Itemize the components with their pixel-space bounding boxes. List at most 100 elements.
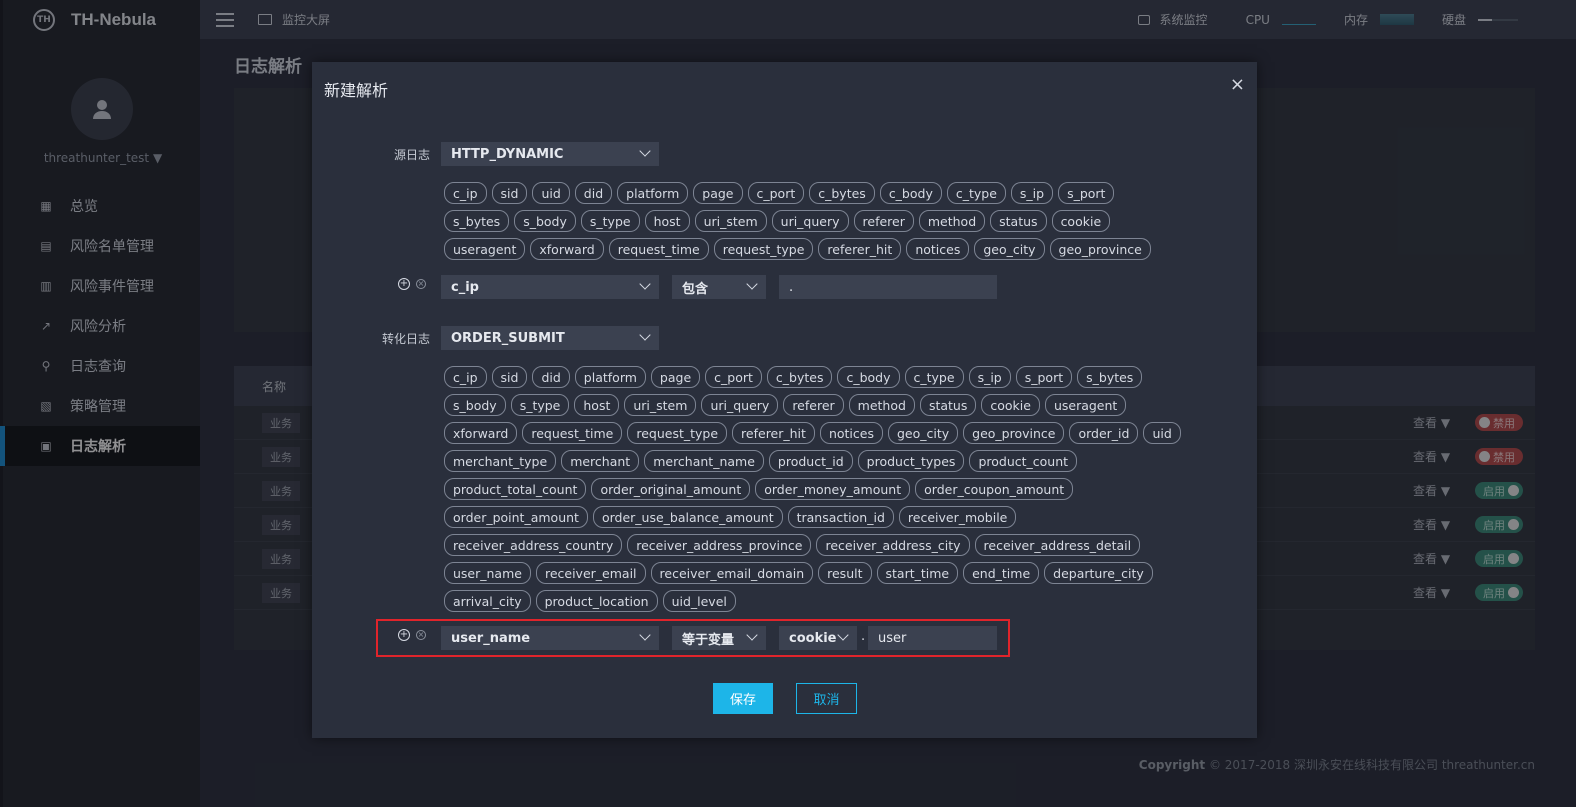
cancel-button[interactable]: 取消: [796, 683, 857, 714]
field-chip[interactable]: request_type: [627, 422, 728, 444]
field-chip[interactable]: host: [644, 210, 690, 232]
field-chip[interactable]: request_type: [713, 238, 814, 260]
field-chip[interactable]: s_port: [1058, 182, 1115, 204]
field-chip[interactable]: product_count: [969, 450, 1078, 472]
field-chip[interactable]: arrival_city: [444, 590, 531, 612]
field-chip[interactable]: receiver_address_detail: [974, 534, 1141, 556]
save-button[interactable]: 保存: [713, 683, 773, 714]
field-chip[interactable]: xforward: [444, 422, 518, 444]
field-chip[interactable]: referer_hit: [732, 422, 815, 444]
field-chip[interactable]: did: [532, 366, 570, 388]
cond2-var-select[interactable]: cookie: [779, 626, 857, 650]
field-chip[interactable]: merchant_type: [444, 450, 557, 472]
field-chip[interactable]: platform: [574, 366, 646, 388]
field-chip[interactable]: host: [574, 394, 620, 416]
field-chip[interactable]: c_bytes: [809, 182, 875, 204]
field-chip[interactable]: uri_query: [701, 394, 779, 416]
field-chip[interactable]: c_port: [747, 182, 805, 204]
field-chip[interactable]: c_ip: [444, 182, 487, 204]
add-condition-icon[interactable]: +: [398, 278, 410, 290]
field-chip[interactable]: useragent: [1044, 394, 1127, 416]
cond2-field-select[interactable]: user_name: [441, 626, 659, 650]
field-chip[interactable]: s_type: [580, 210, 640, 232]
field-chip[interactable]: receiver_email: [535, 562, 646, 584]
field-chip[interactable]: result: [818, 562, 872, 584]
field-chip[interactable]: referer: [853, 210, 914, 232]
field-chip[interactable]: transaction_id: [787, 506, 894, 528]
cond2-value-input[interactable]: user: [868, 626, 997, 650]
field-chip[interactable]: order_money_amount: [755, 478, 911, 500]
field-chip[interactable]: sid: [491, 366, 528, 388]
field-chip[interactable]: s_bytes: [1077, 366, 1143, 388]
field-chip[interactable]: c_type: [904, 366, 964, 388]
field-chip[interactable]: merchant_name: [644, 450, 764, 472]
field-chip[interactable]: s_ip: [968, 366, 1011, 388]
field-chip[interactable]: xforward: [530, 238, 604, 260]
cond2-op-select[interactable]: 等于变量: [672, 626, 766, 650]
target-log-select[interactable]: ORDER_SUBMIT: [441, 326, 659, 350]
close-icon[interactable]: ×: [1230, 74, 1245, 95]
field-chip[interactable]: referer_hit: [818, 238, 902, 260]
remove-condition-icon[interactable]: ×: [416, 279, 426, 289]
field-chip[interactable]: uri_stem: [624, 394, 697, 416]
field-chip[interactable]: status: [990, 210, 1047, 232]
field-chip[interactable]: order_original_amount: [591, 478, 751, 500]
cond1-value-input[interactable]: .: [779, 275, 997, 299]
add-condition-icon[interactable]: +: [398, 629, 410, 641]
field-chip[interactable]: geo_city: [887, 422, 959, 444]
field-chip[interactable]: product_types: [857, 450, 965, 472]
field-chip[interactable]: page: [693, 182, 743, 204]
field-chip[interactable]: uri_query: [771, 210, 849, 232]
field-chip[interactable]: geo_province: [1049, 238, 1151, 260]
field-chip[interactable]: product_total_count: [444, 478, 587, 500]
field-chip[interactable]: status: [919, 394, 977, 416]
field-chip[interactable]: geo_province: [963, 422, 1065, 444]
source-log-select[interactable]: HTTP_DYNAMIC: [441, 142, 659, 166]
field-chip[interactable]: product_location: [535, 590, 658, 612]
field-chip[interactable]: receiver_address_city: [816, 534, 970, 556]
field-chip[interactable]: did: [574, 182, 613, 204]
field-chip[interactable]: receiver_email_domain: [650, 562, 814, 584]
field-chip[interactable]: cookie: [981, 394, 1040, 416]
field-chip[interactable]: method: [918, 210, 986, 232]
field-chip[interactable]: uri_stem: [694, 210, 767, 232]
field-chip[interactable]: request_time: [522, 422, 623, 444]
field-chip[interactable]: s_bytes: [444, 210, 510, 232]
field-chip[interactable]: c_body: [837, 366, 900, 388]
field-chip[interactable]: uid: [532, 182, 570, 204]
field-chip[interactable]: order_use_balance_amount: [592, 506, 783, 528]
field-chip[interactable]: notices: [819, 422, 883, 444]
field-chip[interactable]: order_coupon_amount: [915, 478, 1074, 500]
field-chip[interactable]: user_name: [444, 562, 531, 584]
field-chip[interactable]: start_time: [876, 562, 959, 584]
field-chip[interactable]: s_type: [510, 394, 570, 416]
field-chip[interactable]: departure_city: [1044, 562, 1153, 584]
field-chip[interactable]: referer: [783, 394, 844, 416]
field-chip[interactable]: c_ip: [444, 366, 487, 388]
field-chip[interactable]: platform: [617, 182, 689, 204]
field-chip[interactable]: receiver_mobile: [898, 506, 1017, 528]
field-chip[interactable]: geo_city: [974, 238, 1045, 260]
field-chip[interactable]: c_body: [879, 182, 942, 204]
field-chip[interactable]: product_id: [768, 450, 853, 472]
field-chip[interactable]: c_port: [705, 366, 762, 388]
field-chip[interactable]: order_point_amount: [444, 506, 588, 528]
remove-condition-icon[interactable]: ×: [416, 630, 426, 640]
field-chip[interactable]: end_time: [963, 562, 1040, 584]
field-chip[interactable]: method: [848, 394, 915, 416]
field-chip[interactable]: cookie: [1051, 210, 1111, 232]
field-chip[interactable]: merchant: [561, 450, 640, 472]
field-chip[interactable]: s_port: [1015, 366, 1073, 388]
cond1-field-select[interactable]: c_ip: [441, 275, 659, 299]
field-chip[interactable]: c_type: [946, 182, 1006, 204]
field-chip[interactable]: uid: [1143, 422, 1181, 444]
field-chip[interactable]: s_body: [444, 394, 506, 416]
field-chip[interactable]: request_time: [608, 238, 709, 260]
field-chip[interactable]: receiver_address_province: [627, 534, 812, 556]
field-chip[interactable]: order_id: [1069, 422, 1139, 444]
field-chip[interactable]: useragent: [444, 238, 526, 260]
field-chip[interactable]: sid: [491, 182, 528, 204]
field-chip[interactable]: receiver_address_country: [444, 534, 623, 556]
field-chip[interactable]: notices: [906, 238, 970, 260]
field-chip[interactable]: s_ip: [1010, 182, 1054, 204]
